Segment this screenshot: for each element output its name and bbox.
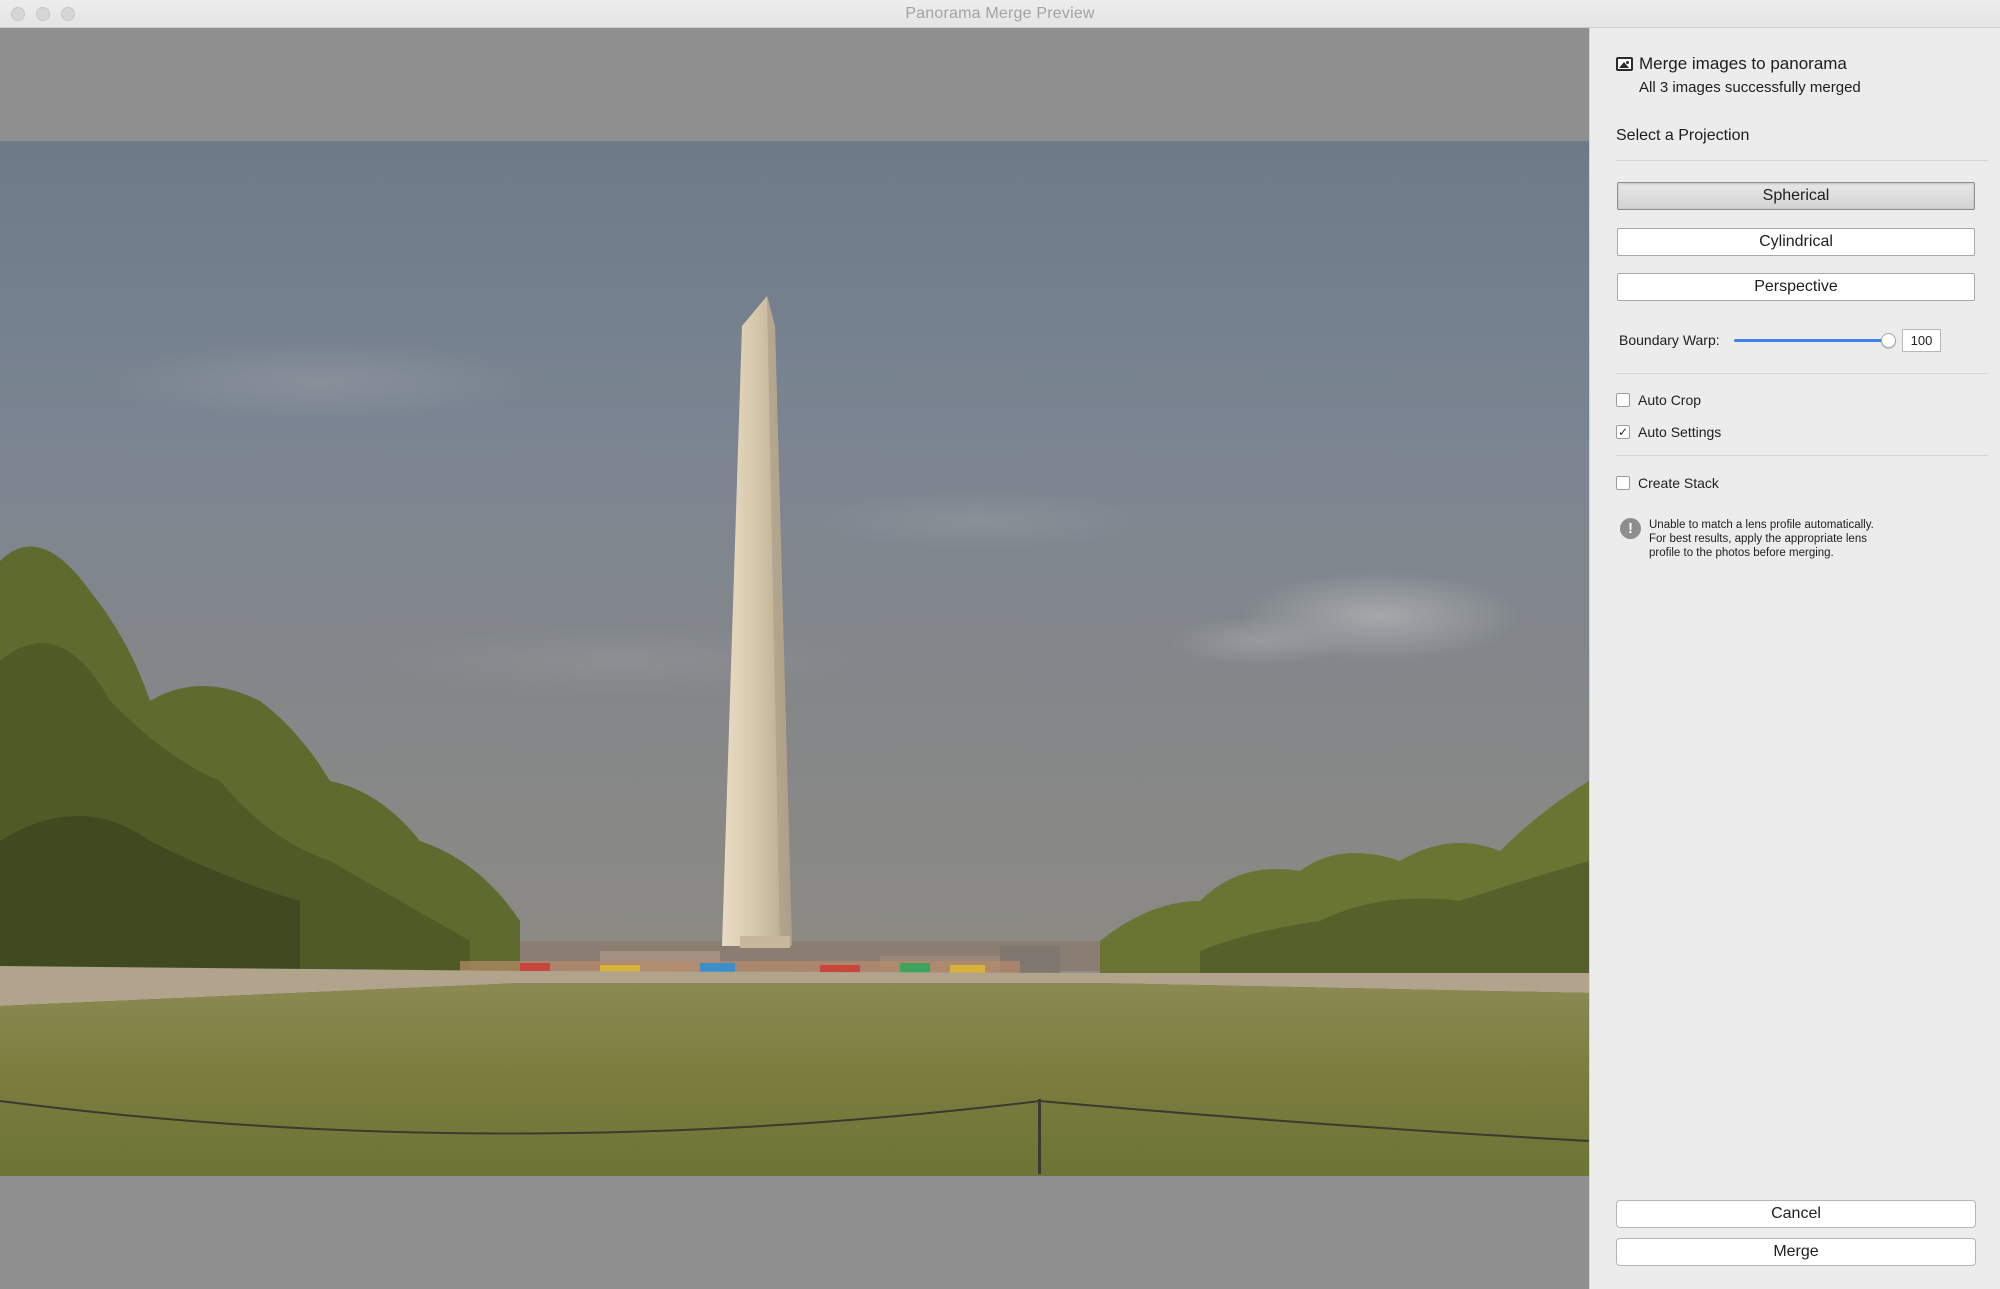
- cylindrical-projection-button[interactable]: Cylindrical: [1617, 228, 1975, 256]
- panorama-preview-image: [0, 141, 1589, 1176]
- create-stack-checkbox[interactable]: [1616, 476, 1630, 490]
- spherical-projection-button[interactable]: Spherical: [1617, 182, 1975, 210]
- exclamation-icon: !: [1620, 518, 1641, 539]
- projection-section-label: Select a Projection: [1616, 127, 1750, 144]
- lens-profile-warning: Unable to match a lens profile automatic…: [1649, 518, 1909, 560]
- cancel-button[interactable]: Cancel: [1616, 1200, 1976, 1228]
- boundary-warp-slider-fill: [1734, 339, 1888, 342]
- divider: [1616, 455, 1988, 456]
- boundary-warp-slider[interactable]: [1734, 333, 1896, 348]
- merge-status-text: All 3 images successfully merged: [1639, 79, 1861, 96]
- warning-line: profile to the photos before merging.: [1649, 547, 1834, 559]
- warning-line: Unable to match a lens profile automatic…: [1649, 519, 1874, 531]
- panorama-preview-area: [0, 28, 1589, 1289]
- perspective-projection-button[interactable]: Perspective: [1617, 273, 1975, 301]
- boundary-warp-value-field[interactable]: 100: [1902, 329, 1941, 352]
- auto-settings-label: Auto Settings: [1638, 424, 1722, 440]
- boundary-warp-label: Boundary Warp:: [1619, 332, 1720, 348]
- auto-crop-label: Auto Crop: [1638, 392, 1702, 408]
- title-bar: Panorama Merge Preview: [0, 0, 2000, 28]
- panorama-image-icon: [1616, 57, 1633, 71]
- window-title: Panorama Merge Preview: [905, 5, 1095, 22]
- boundary-warp-slider-knob[interactable]: [1881, 333, 1896, 348]
- merge-button[interactable]: Merge: [1616, 1238, 1976, 1266]
- create-stack-label: Create Stack: [1638, 475, 1719, 491]
- divider: [1616, 160, 1988, 161]
- auto-crop-checkbox[interactable]: [1616, 393, 1630, 407]
- auto-settings-checkbox[interactable]: ✓: [1616, 425, 1630, 439]
- divider: [1616, 373, 1988, 374]
- warning-line: For best results, apply the appropriate …: [1649, 533, 1867, 545]
- panel-title: Merge images to panorama: [1639, 54, 1847, 73]
- panorama-options-panel: Merge images to panorama All 3 images su…: [1589, 28, 2000, 1289]
